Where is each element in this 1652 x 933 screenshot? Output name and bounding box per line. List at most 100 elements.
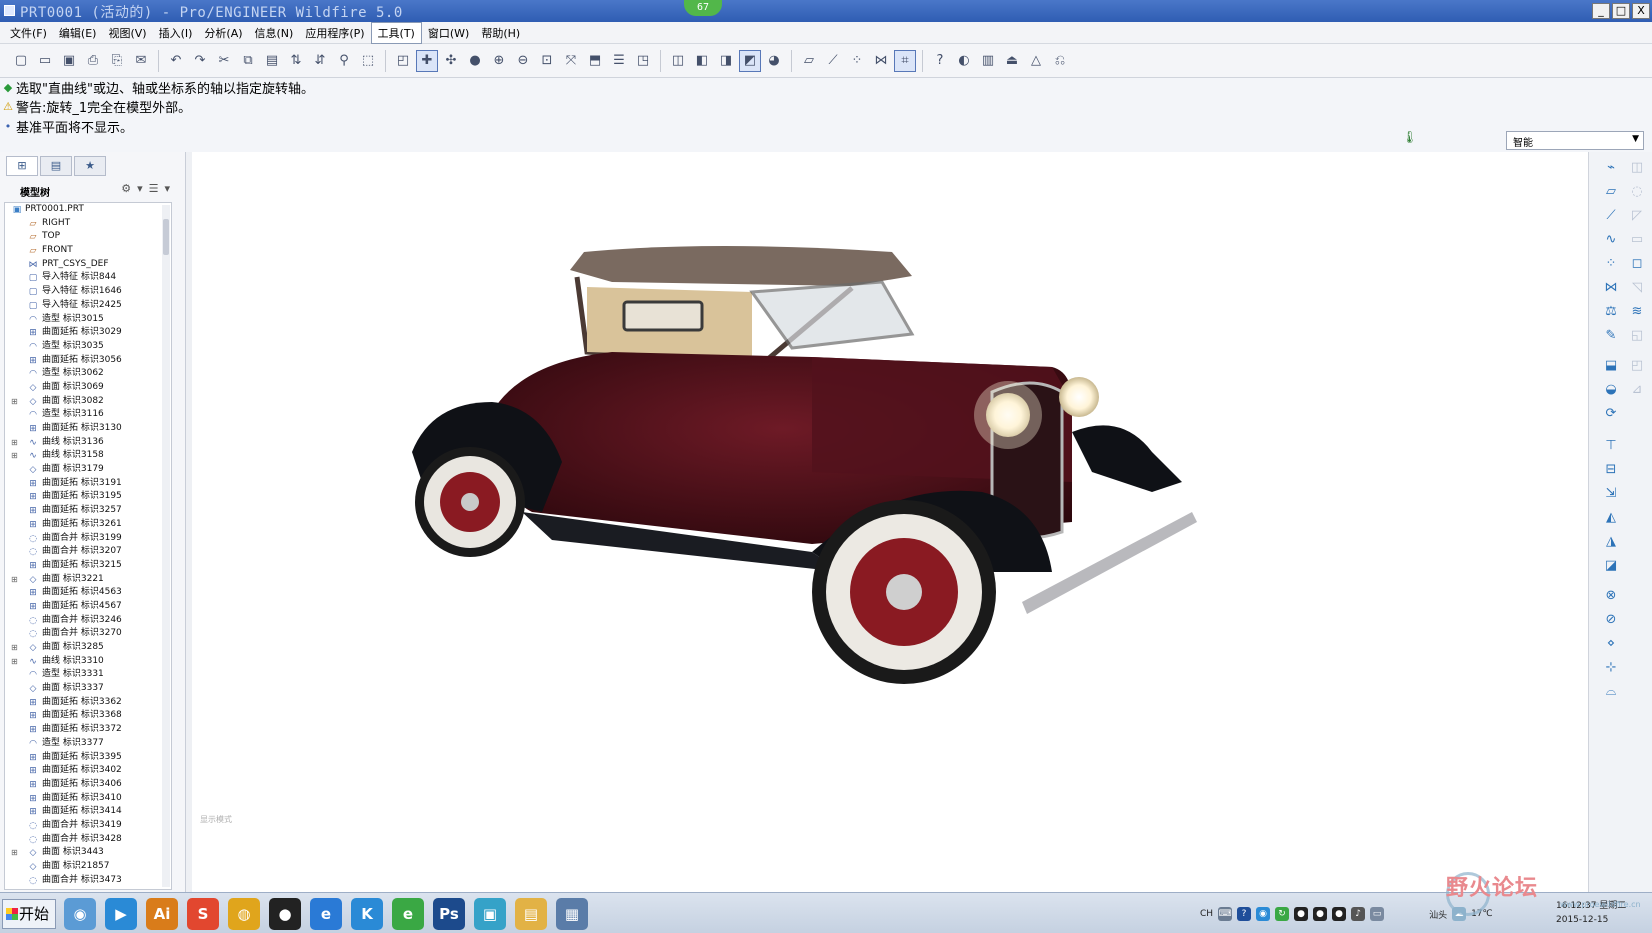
tree-item[interactable]: ◠ 造型 标识3116 (5, 408, 171, 422)
tree-item[interactable]: ▱ TOP (5, 230, 171, 244)
layers-icon[interactable]: ☰ (608, 50, 630, 72)
tree-item[interactable]: ◌ 曲面合并 标识3419 (5, 819, 171, 833)
tree-item[interactable]: ◌ 曲面合并 标识3428 (5, 833, 171, 847)
start-button[interactable]: 开始 (2, 899, 56, 929)
volume-icon[interactable]: ♪ (1351, 907, 1366, 921)
tree-item[interactable]: ▱ FRONT (5, 244, 171, 258)
tree-item[interactable]: ⊞ 曲面延拓 标识3406 (5, 778, 171, 792)
datum-toggle-icon[interactable]: ⌗ (894, 49, 916, 72)
keyboard-icon[interactable]: ⌨ (1218, 907, 1233, 921)
tree-item[interactable]: ⊞ 曲面延拓 标识3257 (5, 504, 171, 518)
maximize-button[interactable]: □ (1612, 3, 1630, 19)
tree-item[interactable]: ◇ 曲面 标识3337 (5, 682, 171, 696)
sketch-tool-icon[interactable]: ⌁ (1601, 158, 1621, 178)
fill-tool-icon[interactable]: ◪ (1601, 556, 1621, 576)
shell-tool-icon[interactable]: ◌ (1627, 182, 1647, 202)
tree-item[interactable]: ⊞ 曲面延拓 标识3372 (5, 723, 171, 737)
tab-favorites[interactable]: ★ (74, 156, 106, 176)
update-icon[interactable]: ↻ (1275, 907, 1290, 921)
tree-item[interactable]: ▢ 导入特征 标识1646 (5, 285, 171, 299)
draft-tool-icon[interactable]: ▭ (1627, 230, 1647, 250)
rib-tool-icon[interactable]: ◸ (1627, 206, 1647, 226)
datum-axis-icon[interactable]: ⟋ (822, 50, 844, 72)
wireframe-icon[interactable]: ◫ (667, 50, 689, 72)
tree-settings-icon[interactable]: ⚙▾☰▾ (121, 182, 176, 195)
tree-item[interactable]: ⊞ ◇ 曲面 标识3443 (5, 846, 171, 860)
tree-item[interactable]: ⊞ ∿ 曲线 标识3310 (5, 655, 171, 669)
chamfer-tool-icon[interactable]: ◹ (1627, 278, 1647, 298)
solidify-tool-icon[interactable]: ◮ (1601, 532, 1621, 552)
offset-tool-icon[interactable]: ◱ (1627, 326, 1647, 346)
axis-display-icon[interactable]: ✚ (416, 49, 438, 72)
context-help-icon[interactable]: ? (929, 50, 951, 72)
zoom-out-icon[interactable]: ⊖ (512, 50, 534, 72)
saved-views-icon[interactable]: ⬒ (584, 50, 606, 72)
tree-root[interactable]: ▣ PRT0001.PRT (5, 203, 171, 217)
screen-icon[interactable]: ▦ (556, 898, 588, 930)
tree-scrollbar-thumb[interactable] (163, 219, 169, 255)
menu-applications[interactable]: 应用程序(P) (299, 23, 370, 43)
save-icon[interactable]: ▣ (58, 50, 80, 72)
tree-item[interactable]: ⊞ 曲面延拓 标识3191 (5, 477, 171, 491)
csys-tool-icon[interactable]: ⋈ (1601, 278, 1621, 298)
tree-item[interactable]: ▢ 导入特征 标识844 (5, 271, 171, 285)
hole-tool-icon[interactable]: ◫ (1627, 158, 1647, 178)
tree-item[interactable]: ◠ 造型 标识3377 (5, 737, 171, 751)
shading-icon[interactable]: ● (464, 50, 486, 72)
tree-item[interactable]: ◌ 曲面合并 标识3246 (5, 614, 171, 628)
tree-item[interactable]: ⊞ 曲面延拓 标识3410 (5, 792, 171, 806)
illustrator-icon[interactable]: Ai (146, 898, 178, 930)
appearance-icon[interactable]: ◐ (953, 50, 975, 72)
minimize-button[interactable]: _ (1592, 3, 1610, 19)
project-tool-icon[interactable]: ⊘ (1601, 610, 1621, 630)
tree-item[interactable]: ◌ 曲面合并 标识3473 (5, 874, 171, 888)
refit-icon[interactable]: ⊡ (536, 50, 558, 72)
expand-icon[interactable]: ⊞ (11, 849, 19, 857)
tab-model-tree[interactable]: ⊞ (6, 156, 38, 176)
windows-orb-icon[interactable]: ◉ (64, 898, 96, 930)
chrome-icon[interactable]: ◍ (228, 898, 260, 930)
paste-icon[interactable]: ▤ (261, 50, 283, 72)
undo-icon[interactable]: ↶ (165, 50, 187, 72)
menu-info[interactable]: 信息(N) (249, 23, 300, 43)
sweep-tool-icon[interactable]: ⟳ (1601, 404, 1621, 424)
hidden-line-icon[interactable]: ◧ (691, 50, 713, 72)
expand-icon[interactable]: ⊞ (11, 644, 19, 652)
boundary-tool-icon[interactable]: ⌓ (1601, 682, 1621, 702)
selection-filter-dropdown[interactable]: 智能 ▼ (1506, 131, 1644, 150)
qq-tray-icon-3[interactable]: ● (1332, 907, 1347, 921)
tree-item[interactable]: ⊞ 曲面延拓 标识3029 (5, 326, 171, 340)
tree-item[interactable]: ⊞ 曲面延拓 标识3215 (5, 559, 171, 573)
tree-item[interactable]: ⊞ 曲面延拓 标识3195 (5, 490, 171, 504)
coord-system-icon[interactable]: ⋈ (870, 50, 892, 72)
tree-item[interactable]: ◠ 造型 标识3035 (5, 340, 171, 354)
help-icon[interactable]: ? (1237, 907, 1252, 921)
tree-item[interactable]: ⊞ 曲面延拓 标识3362 (5, 696, 171, 710)
extend-tool-icon[interactable]: ⇲ (1601, 484, 1621, 504)
datum-axis-tool-icon[interactable]: ⟋ (1601, 206, 1621, 226)
sogou-icon[interactable]: S (187, 898, 219, 930)
menu-tools[interactable]: 工具(T) (370, 21, 422, 44)
thicken-tool-icon[interactable]: ◭ (1601, 508, 1621, 528)
tree-item[interactable]: ⊞ 曲面延拓 标识3402 (5, 764, 171, 778)
network-badge[interactable]: 67 (684, 0, 722, 16)
tree-item[interactable]: ⊞ 曲面延拓 标识3395 (5, 751, 171, 765)
tree-item[interactable]: ⊞ 曲面延拓 标识3368 (5, 709, 171, 723)
print-preview-icon[interactable]: ⎘ (106, 50, 128, 72)
expand-icon[interactable]: ⊞ (11, 575, 19, 584)
tree-item[interactable]: ⊞ ◇ 曲面 标识3285 (5, 641, 171, 655)
qq-icon[interactable]: ● (269, 898, 301, 930)
tree-item[interactable]: ⊞ ◇ 曲面 标识3221 (5, 573, 171, 587)
tree-item[interactable]: ◇ 曲面 标识3069 (5, 381, 171, 395)
menu-view[interactable]: 视图(V) (102, 23, 152, 43)
print-icon[interactable]: ⎙ (82, 50, 104, 72)
expand-icon[interactable]: ⊞ (11, 452, 19, 460)
tree-item[interactable]: ◌ 曲面合并 标识3270 (5, 627, 171, 641)
email-icon[interactable]: ✉ (130, 50, 152, 72)
datum-display-icon[interactable]: ◰ (392, 50, 414, 72)
relations-icon[interactable]: ⎌ (1049, 50, 1071, 72)
reorient-icon[interactable]: ⤧ (560, 50, 582, 72)
tree-item[interactable]: ◇ 曲面 标识21857 (5, 860, 171, 874)
datum-point-tool-icon[interactable]: ⁘ (1601, 254, 1621, 274)
expand-icon[interactable]: ⊞ (11, 438, 19, 447)
